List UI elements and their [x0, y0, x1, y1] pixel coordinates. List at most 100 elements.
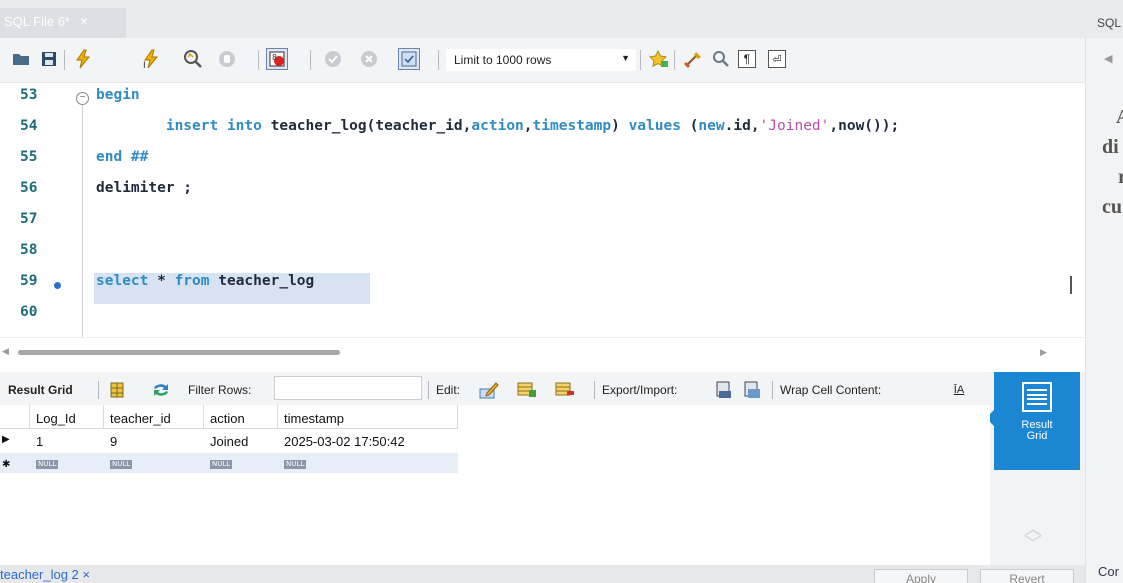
panel-back-arrow-icon[interactable]: ◀ — [1104, 52, 1112, 65]
line-number: 57 — [20, 211, 38, 227]
edit-row-icon[interactable] — [478, 380, 500, 400]
svg-text:8: 8 — [272, 53, 277, 62]
add-row-icon[interactable] — [516, 380, 538, 400]
result-grid-label: Result Grid — [8, 383, 73, 397]
delete-row-icon[interactable] — [554, 380, 576, 400]
find-icon[interactable] — [710, 48, 732, 70]
execute-current-icon[interactable]: I — [140, 48, 162, 70]
column-header-timestamp[interactable]: timestamp — [278, 405, 458, 429]
scroll-left-icon[interactable]: ◀ — [2, 346, 9, 357]
result-side-panel: Result Grid ︿ ﹀ — [986, 372, 1085, 583]
line-number: 60 — [20, 304, 38, 320]
code-line: 60 — [0, 300, 1085, 331]
result-tab-teacher-log-2[interactable]: teacher_log 2 × — [0, 567, 90, 582]
line-number: 53 — [20, 87, 38, 103]
svg-text:I: I — [143, 61, 146, 69]
beautify-icon[interactable] — [682, 48, 704, 70]
add-snippet-icon[interactable] — [648, 48, 670, 70]
sql-editor-toolbar: I 8 Limit to 1000 rows ▼ ¶ ⏎ — [0, 38, 1085, 83]
revert-button[interactable]: Revert — [980, 569, 1074, 583]
scroll-right-icon[interactable]: ▶ — [1040, 347, 1047, 358]
null-badge: NULL — [210, 460, 233, 469]
toolbar-separator — [438, 50, 439, 70]
grid-cell[interactable]: NULL — [30, 453, 104, 477]
export-import-label: Export/Import: — [602, 383, 678, 397]
autocommit-icon[interactable] — [398, 48, 420, 70]
toolbar-separator — [428, 381, 429, 399]
sql-editor[interactable]: − 53 begin 54 insert into teacher_log(te… — [0, 83, 1085, 337]
tab-close-icon[interactable]: × — [80, 13, 88, 29]
scrollbar-thumb[interactable] — [18, 350, 340, 355]
toggle-error-icon[interactable]: 8 — [266, 48, 288, 70]
code-line: 56 delimiter ; — [0, 176, 1085, 207]
code-line: 58 — [0, 238, 1085, 269]
panel-text-line: di — [1102, 136, 1119, 158]
toolbar-separator — [98, 381, 99, 399]
wrap-cell-toggle-icon[interactable]: ĪA — [948, 380, 970, 400]
toolbar-separator — [674, 50, 675, 70]
save-icon[interactable] — [38, 48, 60, 70]
line-number: 59 — [20, 273, 38, 289]
table-row[interactable]: ▶ 1 9 Joined 2025-03-02 17:50:42 — [0, 429, 458, 453]
editor-horizontal-scrollbar[interactable]: ◀ ▶ — [0, 337, 1085, 367]
line-number: 55 — [20, 149, 38, 165]
tab-sql-file-6[interactable]: SQL File 6* × — [0, 8, 126, 38]
open-folder-icon[interactable] — [10, 48, 32, 70]
chevron-down-icon[interactable]: ﹀ — [1024, 530, 1042, 556]
grid-cell[interactable]: 1 — [30, 429, 104, 453]
null-badge: NULL — [110, 460, 133, 469]
line-number: 58 — [20, 242, 38, 258]
panel-help-text: A di r cu — [1102, 102, 1123, 222]
line-number: 56 — [20, 180, 38, 196]
export-icon[interactable] — [714, 380, 736, 400]
grid-cell[interactable]: NULL — [204, 453, 278, 477]
code-line: 54 insert into teacher_log(teacher_id,ac… — [0, 114, 1085, 145]
toolbar-separator — [64, 50, 65, 70]
panel-text-line: A — [1102, 102, 1123, 132]
wrap-lines-icon[interactable]: ⏎ — [768, 50, 786, 68]
stop-icon[interactable] — [216, 48, 238, 70]
import-icon[interactable] — [742, 380, 764, 400]
edit-label: Edit: — [436, 383, 461, 397]
execute-icon[interactable] — [72, 48, 94, 70]
filter-rows-label: Filter Rows: — [188, 383, 252, 397]
grid-cell[interactable]: 9 — [104, 429, 204, 453]
code-text: insert into teacher_log(teacher_id,actio… — [96, 118, 900, 134]
invisible-chars-icon[interactable]: ¶ — [738, 50, 756, 68]
commit-icon[interactable] — [322, 48, 344, 70]
column-header-log-id[interactable]: Log_Id — [30, 405, 104, 429]
rollback-icon[interactable] — [358, 48, 380, 70]
result-grid-side-button[interactable]: Result Grid — [986, 372, 1080, 470]
chevron-down-icon[interactable]: × — [82, 567, 90, 582]
grid-cell[interactable]: Joined — [204, 429, 278, 453]
code-line: 55 end ## — [0, 145, 1085, 176]
limit-rows-select[interactable]: Limit to 1000 rows ▼ — [446, 49, 636, 71]
grid-cell[interactable]: 2025-03-02 17:50:42 — [278, 429, 458, 453]
toolbar-separator — [772, 381, 773, 399]
explain-icon[interactable] — [182, 48, 204, 70]
panel-bottom-tab[interactable]: Cor — [1098, 564, 1119, 579]
refresh-icon[interactable] — [150, 380, 172, 400]
grid-cell[interactable]: NULL — [278, 453, 458, 477]
column-header-action[interactable]: action — [204, 405, 278, 429]
grid-header-row: Log_Id teacher_id action timestamp — [0, 405, 458, 429]
toolbar-separator — [640, 50, 641, 70]
editor-tab-bar: SQL File 6* × SQL — [0, 0, 1123, 38]
toolbar-separator — [258, 50, 259, 70]
new-row[interactable]: ✱ NULL NULL NULL NULL — [0, 453, 458, 473]
grid-cell[interactable]: NULL — [104, 453, 204, 477]
row-header-corner — [0, 405, 30, 429]
null-badge: NULL — [36, 460, 59, 469]
column-header-teacher-id[interactable]: teacher_id — [104, 405, 204, 429]
dropdown-arrow-icon: ▼ — [621, 53, 630, 63]
code-line: 57 — [0, 207, 1085, 238]
result-tabs-bar: teacher_log 2 × Apply Revert — [0, 565, 1085, 583]
code-text: begin — [96, 87, 140, 103]
apply-button[interactable]: Apply — [874, 569, 968, 583]
new-row-marker-icon: ✱ — [2, 459, 11, 470]
current-row-marker-icon: ▶ — [2, 434, 10, 445]
filter-rows-input[interactable] — [274, 376, 422, 400]
grid-layout-icon[interactable] — [106, 380, 128, 400]
tab-sql-additions[interactable]: SQL — [1097, 16, 1121, 30]
tab-label: SQL File 6* — [4, 14, 70, 29]
